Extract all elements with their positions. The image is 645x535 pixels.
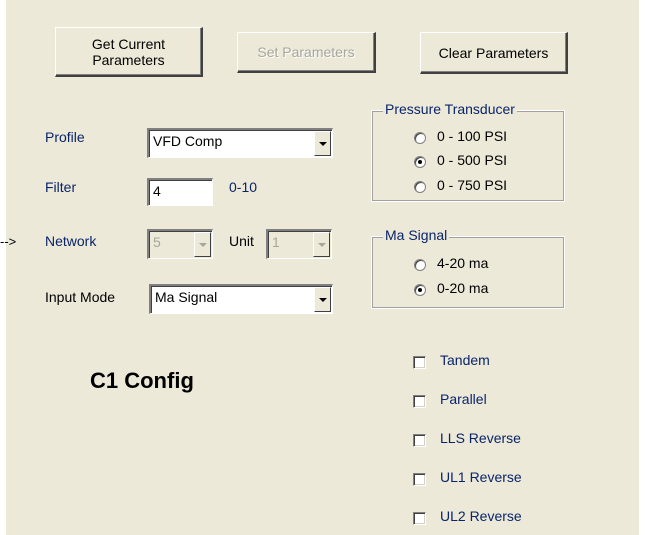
radio-0-20-ma-label: 0-20 ma xyxy=(437,280,489,296)
ul2-reverse-checkbox[interactable] xyxy=(413,512,426,525)
profile-value: VFD Comp xyxy=(153,133,223,149)
radio-0-20-ma[interactable] xyxy=(414,284,426,296)
pressure-transducer-title: Pressure Transducer xyxy=(383,101,517,117)
unit-value: 1 xyxy=(272,234,280,250)
network-dropdown-button xyxy=(194,232,211,257)
radio-750-psi-label: 0 - 750 PSI xyxy=(437,177,508,193)
radio-4-20-ma[interactable] xyxy=(414,259,426,271)
get-current-parameters-button[interactable]: Get Current Parameters xyxy=(55,27,203,77)
radio-selected-dot xyxy=(418,288,422,292)
network-label: Network xyxy=(45,233,97,249)
ma-signal-group xyxy=(371,236,565,309)
unit-label: Unit xyxy=(229,233,254,249)
tandem-label: Tandem xyxy=(440,352,490,368)
input-mode-label: Input Mode xyxy=(45,289,116,305)
ul1-reverse-label: UL1 Reverse xyxy=(440,469,522,485)
chevron-down-icon xyxy=(318,297,327,302)
ma-signal-title: Ma Signal xyxy=(383,227,450,243)
set-parameters-button: Set Parameters xyxy=(237,32,376,73)
chevron-down-icon xyxy=(318,141,327,146)
radio-4-20-ma-label: 4-20 ma xyxy=(437,255,489,271)
lls-reverse-checkbox[interactable] xyxy=(413,434,426,447)
radio-100-psi[interactable] xyxy=(414,132,426,144)
input-mode-value: Ma Signal xyxy=(155,289,218,305)
unit-dropdown-button xyxy=(313,232,330,257)
config-heading: C1 Config xyxy=(90,368,194,393)
network-pointer-arrow: --> xyxy=(0,234,17,249)
chevron-down-icon xyxy=(198,242,207,247)
filter-label: Filter xyxy=(45,179,77,195)
tandem-checkbox[interactable] xyxy=(413,356,426,369)
radio-selected-dot xyxy=(418,160,422,164)
profile-dropdown[interactable]: VFD Comp xyxy=(147,128,333,158)
network-dropdown: 5 xyxy=(147,229,213,259)
filter-input[interactable]: 4 xyxy=(147,178,213,206)
chevron-down-icon xyxy=(317,242,326,247)
unit-dropdown: 1 xyxy=(266,229,332,259)
profile-dropdown-button[interactable] xyxy=(314,131,331,156)
clear-parameters-button[interactable]: Clear Parameters xyxy=(420,32,568,74)
radio-500-psi-label: 0 - 500 PSI xyxy=(437,152,508,168)
filter-range: 0-10 xyxy=(229,179,258,195)
ul1-reverse-checkbox[interactable] xyxy=(413,473,426,486)
parallel-label: Parallel xyxy=(440,391,487,407)
input-mode-dropdown-button[interactable] xyxy=(314,287,331,312)
lls-reverse-label: LLS Reverse xyxy=(440,430,521,446)
parallel-checkbox[interactable] xyxy=(413,395,426,408)
profile-label: Profile xyxy=(45,129,85,145)
filter-value: 4 xyxy=(153,183,161,199)
ul2-reverse-label: UL2 Reverse xyxy=(440,508,522,524)
radio-500-psi[interactable] xyxy=(414,156,426,168)
input-mode-dropdown[interactable]: Ma Signal xyxy=(149,284,333,314)
radio-100-psi-label: 0 - 100 PSI xyxy=(437,128,508,144)
network-value: 5 xyxy=(153,234,161,250)
radio-750-psi[interactable] xyxy=(414,181,426,193)
